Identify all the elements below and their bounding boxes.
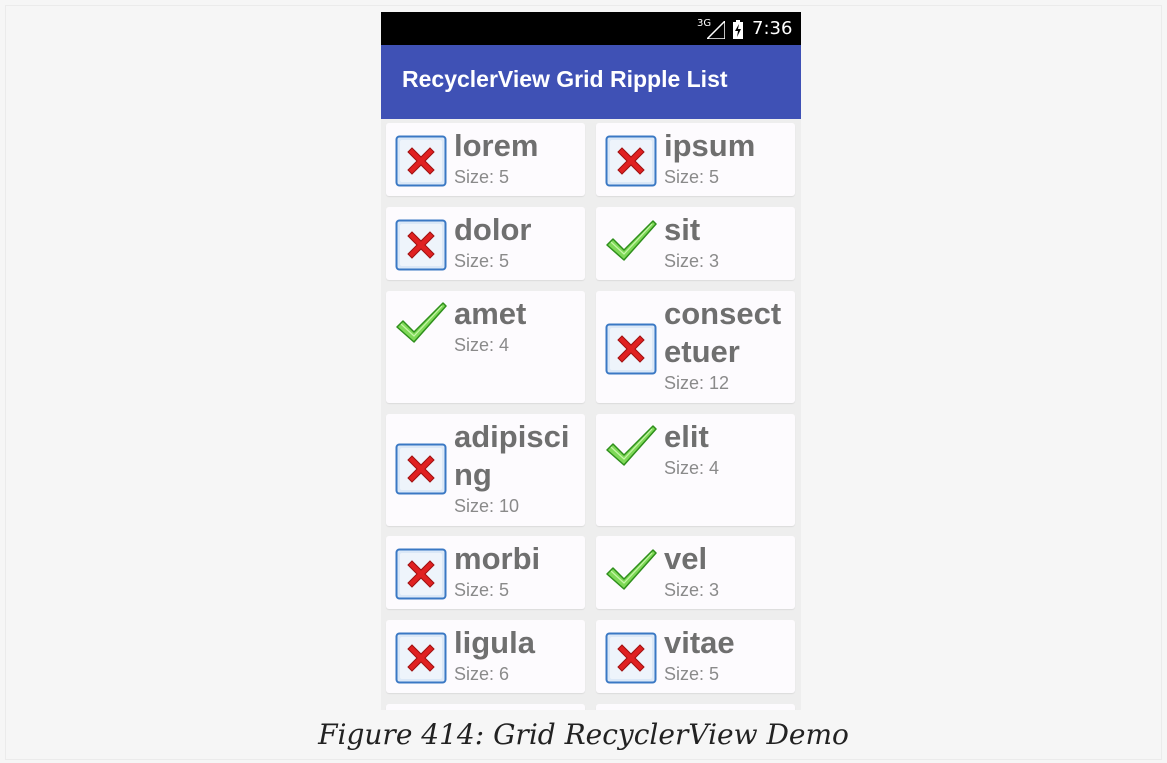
item-size: Size: 5 [664,664,720,684]
status-bar: 3G 7:36 [381,12,801,45]
green-check-icon [605,544,657,596]
grid-item-consectetuer[interactable]: consectetuer Size: 12 [596,291,795,403]
figure-caption: Figure 414: Grid RecyclerView Demo [318,718,849,751]
item-size: Size: 5 [454,251,510,271]
item-size: Size: 5 [454,167,510,187]
grid-item-ligula[interactable]: ligula Size: 6 [386,620,585,693]
clock: 7:36 [752,18,793,39]
grid-item-partial[interactable] [386,704,585,710]
grid-item-ipsum[interactable]: ipsum Size: 5 [596,123,795,196]
green-check-icon [395,297,447,349]
item-name: vel [664,541,708,576]
item-name: vitae [664,625,735,660]
red-x-icon [395,443,447,495]
item-size: Size: 12 [664,373,730,393]
item-size: Size: 6 [454,664,510,684]
item-name: adipiscing [454,419,570,492]
signal-icon [707,21,725,39]
item-size: Size: 5 [664,167,720,187]
item-name: dolor [454,212,532,247]
item-name: morbi [454,541,541,576]
battery-charging-icon [733,20,743,39]
grid-item-adipiscing[interactable]: adipiscing Size: 10 [386,414,585,526]
grid-item-elit[interactable]: elit Size: 4 [596,414,795,526]
item-size: Size: 3 [664,251,720,271]
green-check-icon [605,215,657,267]
grid-item-amet[interactable]: amet Size: 4 [386,291,585,403]
red-x-icon [605,135,657,187]
item-size: Size: 4 [664,458,720,478]
app-title: RecyclerView Grid Ripple List [402,66,728,92]
recycler-grid[interactable]: lorem Size: 5 ipsum Size: 5 dolor Size: 5 s… [381,119,801,710]
item-name: sit [664,212,701,247]
item-size: Size: 5 [454,580,510,600]
grid-item-partial[interactable] [596,704,795,710]
red-x-icon [605,323,657,375]
item-name: consectetuer [664,296,782,369]
item-name: amet [454,296,527,331]
grid-item-vitae[interactable]: vitae Size: 5 [596,620,795,693]
grid-item-morbi[interactable]: morbi Size: 5 [386,536,585,609]
grid-item-vel[interactable]: vel Size: 3 [596,536,795,609]
red-x-icon [395,219,447,271]
item-name: lorem [454,128,539,163]
grid-item-dolor[interactable]: dolor Size: 5 [386,207,585,280]
green-check-icon [605,420,657,472]
item-name: elit [664,419,709,454]
item-size: Size: 10 [454,496,520,516]
grid-item-sit[interactable]: sit Size: 3 [596,207,795,280]
red-x-icon [605,632,657,684]
item-name: ipsum [664,128,756,163]
phone-screen: 3G 7:36 RecyclerView Grid Ripple List lo… [381,12,801,710]
red-x-icon [395,632,447,684]
red-x-icon [395,548,447,600]
action-bar: RecyclerView Grid Ripple List [381,45,801,119]
item-size: Size: 4 [454,335,510,355]
grid-item-lorem[interactable]: lorem Size: 5 [386,123,585,196]
red-x-icon [395,135,447,187]
item-name: ligula [454,625,535,660]
item-size: Size: 3 [664,580,720,600]
